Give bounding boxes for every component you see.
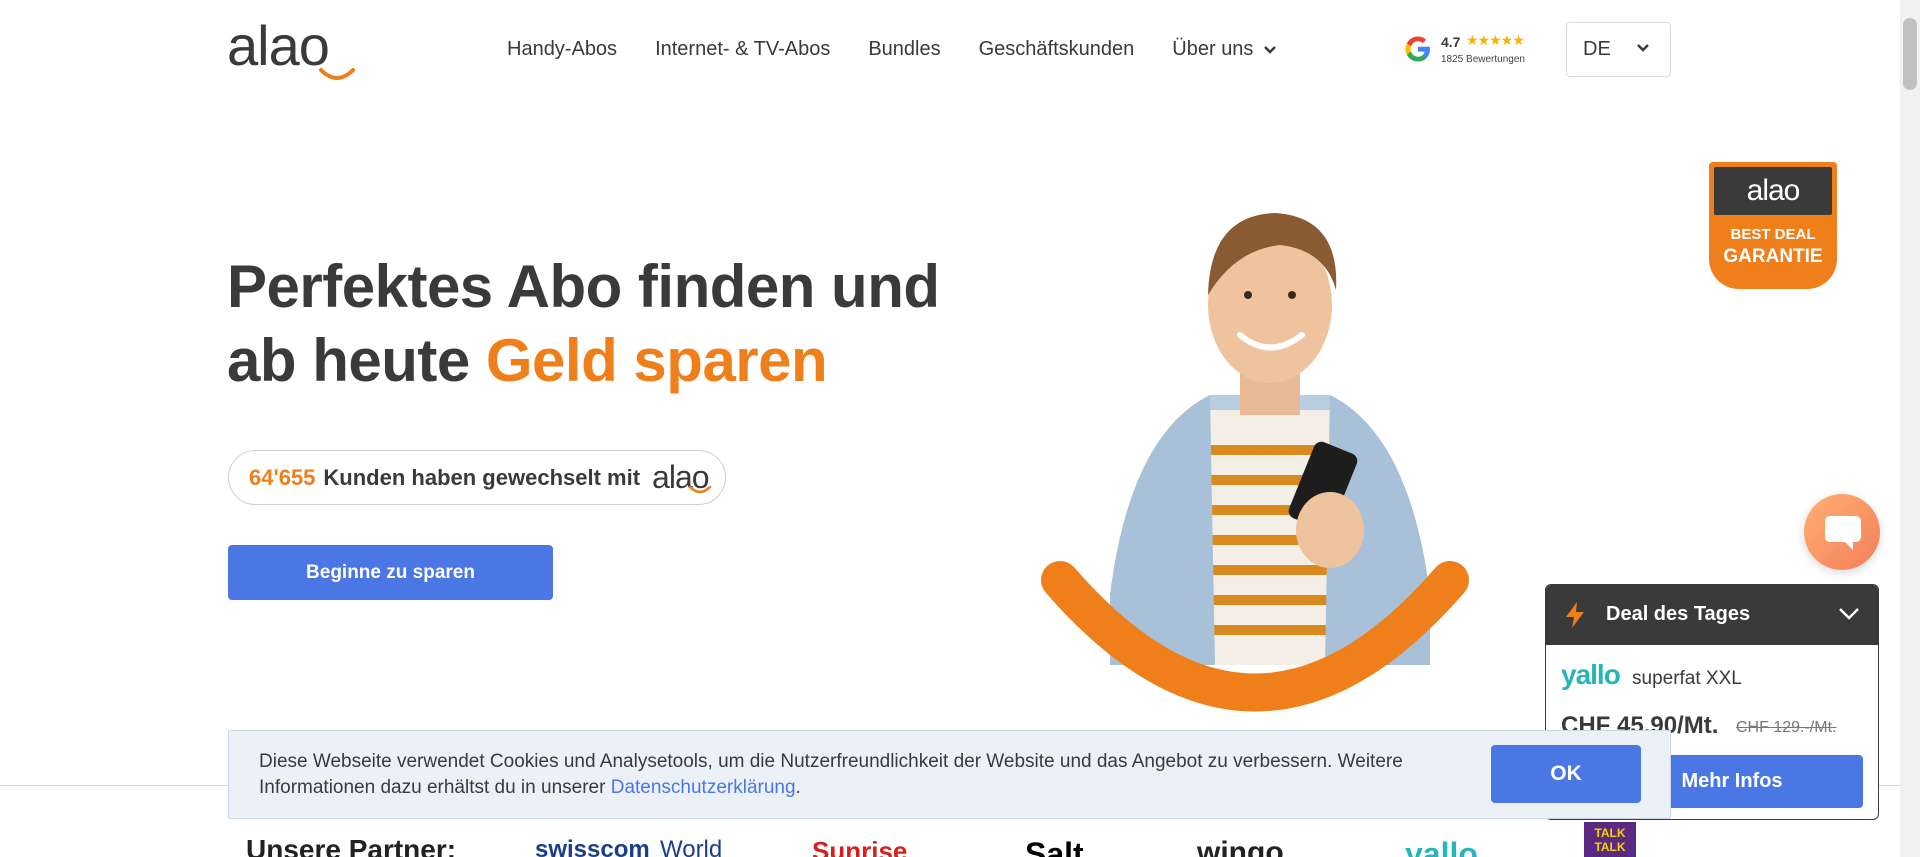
hero-person-image bbox=[1041, 213, 1469, 712]
chat-button[interactable] bbox=[1804, 494, 1880, 570]
customer-counter: 64'655 Kunden haben gewechselt mit alao bbox=[228, 450, 726, 505]
privacy-policy-link[interactable]: Datenschutzerklärung bbox=[611, 777, 796, 798]
nav-label: Handy-Abos bbox=[507, 38, 618, 60]
hero-title-accent: Geld sparen bbox=[485, 327, 828, 394]
partner-salt[interactable]: Salt bbox=[1025, 836, 1084, 857]
best-deal-badge: alao BEST DEAL GARANTIE bbox=[1709, 162, 1837, 289]
counter-number: 64'655 bbox=[249, 464, 316, 490]
chat-bubble-icon bbox=[1825, 516, 1861, 550]
deal-plan-name: superfat XXL bbox=[1632, 668, 1742, 689]
nav-label: Geschäftskunden bbox=[978, 38, 1135, 60]
partner-wingo[interactable]: wingo bbox=[1197, 836, 1284, 857]
partner-name: Sunrise bbox=[812, 836, 908, 857]
counter-logo: alao bbox=[652, 459, 712, 496]
badge-line2: GARANTIE bbox=[1723, 246, 1823, 267]
cookie-suffix: . bbox=[795, 777, 801, 798]
hero-title-line1: Perfektes Abo finden und bbox=[227, 253, 940, 320]
deal-brand-logo: yallo bbox=[1561, 659, 1621, 690]
alao-logo[interactable]: alao bbox=[227, 18, 362, 80]
logo-smile-icon bbox=[319, 68, 355, 80]
google-g-icon bbox=[1405, 36, 1430, 62]
nav-item-bundles[interactable]: Bundles bbox=[868, 38, 940, 61]
rating-value: 4.7 bbox=[1441, 34, 1461, 50]
nav-item-internet-tv-abos[interactable]: Internet- & TV-Abos bbox=[655, 38, 830, 61]
partner-sunrise[interactable]: Sunrise bbox=[812, 836, 907, 857]
nav-label: Bundles bbox=[868, 38, 941, 60]
cookie-ok-button[interactable]: OK bbox=[1491, 745, 1641, 803]
deal-header[interactable]: Deal des Tages bbox=[1546, 585, 1878, 645]
nav-label: Internet- & TV-Abos bbox=[655, 38, 831, 60]
partner-name: Salt bbox=[1025, 836, 1084, 857]
partner-name: World bbox=[660, 836, 723, 857]
partners-label: Unsere Partner: bbox=[246, 834, 457, 857]
hero-title-line2-prefix: ab heute bbox=[227, 327, 486, 394]
cookie-banner: Diese Webseite verwendet Cookies und Ana… bbox=[228, 730, 1671, 819]
partner-yallo[interactable]: yallo bbox=[1405, 836, 1478, 857]
scrollbar-thumb[interactable] bbox=[1903, 18, 1917, 90]
partner-swisscom[interactable]: swisscom bbox=[535, 836, 650, 857]
partner-world[interactable]: World bbox=[660, 836, 722, 857]
language-select[interactable]: DE bbox=[1566, 22, 1671, 77]
badge-line1: BEST DEAL bbox=[1730, 226, 1816, 243]
site-header: alao Handy-Abos Internet- & TV-Abos Bund… bbox=[0, 0, 1900, 100]
rating-stars: ★★★★★ bbox=[1466, 33, 1525, 49]
cookie-text: Diese Webseite verwendet Cookies und Ana… bbox=[259, 749, 1459, 801]
partner-talktalk[interactable]: TALK TALK bbox=[1584, 822, 1636, 857]
partner-name: yallo bbox=[1405, 836, 1478, 857]
hero-title: Perfektes Abo finden und ab heute Geld s… bbox=[227, 250, 940, 398]
partner-name: swisscom bbox=[535, 836, 650, 857]
nav-item-geschaeftskunden[interactable]: Geschäftskunden bbox=[979, 38, 1135, 61]
cookie-message: Diese Webseite verwendet Cookies und Ana… bbox=[259, 751, 1403, 798]
google-rating[interactable]: 4.7 ★★★★★ 1825 Bewertungen bbox=[1403, 32, 1543, 70]
start-saving-button[interactable]: Beginne zu sparen bbox=[228, 545, 553, 600]
lightning-bolt-icon bbox=[1566, 602, 1584, 628]
deal-old-price: CHF 129.-/Mt. bbox=[1736, 719, 1837, 736]
language-value: DE bbox=[1583, 38, 1611, 60]
page-scrollbar[interactable] bbox=[1900, 0, 1920, 857]
reviews-count: 1825 Bewertungen bbox=[1441, 54, 1525, 65]
partner-name: TALK TALK bbox=[1594, 826, 1626, 854]
nav-item-handy-abos[interactable]: Handy-Abos bbox=[507, 38, 617, 61]
counter-text: Kunden haben gewechselt mit bbox=[323, 464, 641, 490]
nav-label: Über uns bbox=[1172, 38, 1254, 60]
logo-smile-icon bbox=[688, 485, 712, 494]
chevron-down-icon[interactable] bbox=[1838, 607, 1860, 621]
main-nav: Handy-Abos Internet- & TV-Abos Bundles G… bbox=[507, 38, 1315, 61]
nav-item-ueber-uns[interactable]: Über uns bbox=[1172, 38, 1277, 61]
chevron-down-icon bbox=[1264, 45, 1277, 54]
partner-name: wingo bbox=[1197, 836, 1284, 857]
chevron-down-icon bbox=[1637, 44, 1649, 52]
badge-logo: alao bbox=[1714, 167, 1832, 215]
deal-title: Deal des Tages bbox=[1606, 603, 1751, 625]
